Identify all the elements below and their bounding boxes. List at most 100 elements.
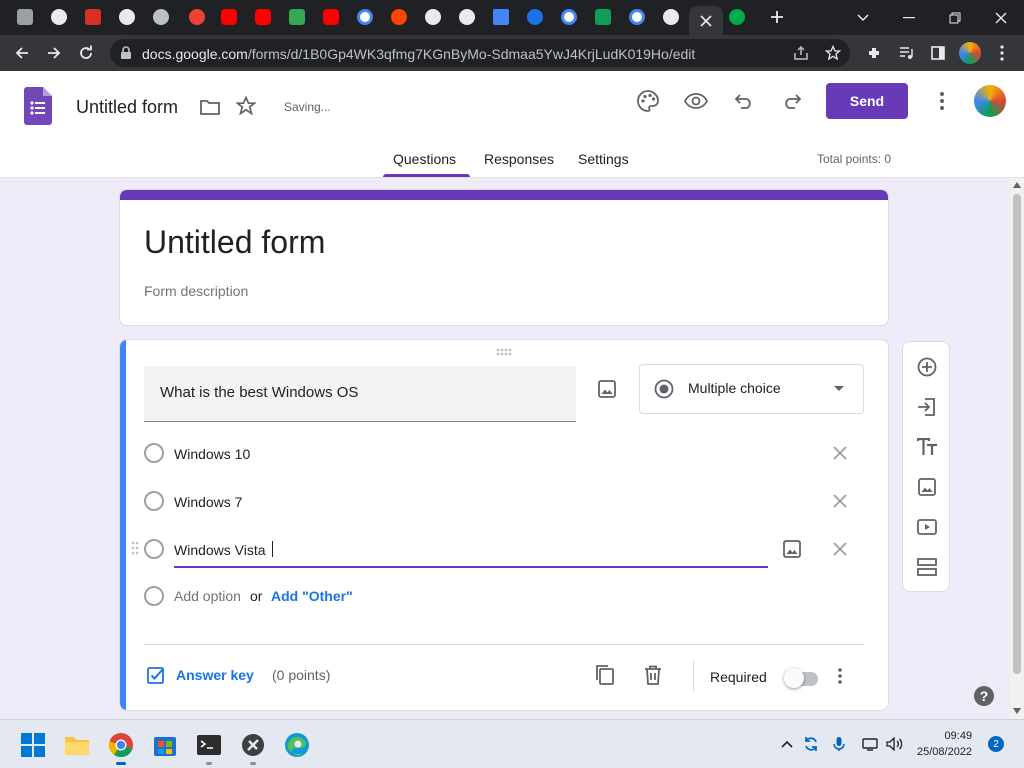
url-text[interactable]: docs.google.com/forms/d/1B0Gp4WK3qfmg7KG… xyxy=(142,46,695,62)
option-image-icon[interactable] xyxy=(780,537,804,561)
app-icon[interactable] xyxy=(240,732,266,758)
reload-icon[interactable] xyxy=(74,41,98,65)
google-icon[interactable] xyxy=(558,6,580,28)
tab-favicon[interactable] xyxy=(524,6,546,28)
option-drag-handle-icon[interactable] xyxy=(131,541,139,555)
extensions-icon[interactable] xyxy=(862,41,886,65)
notification-badge[interactable]: 2 xyxy=(988,736,1004,752)
edge-icon[interactable] xyxy=(284,732,310,758)
youtube-icon[interactable] xyxy=(218,6,240,28)
question-more-icon[interactable] xyxy=(828,664,852,688)
scrollbar-thumb[interactable] xyxy=(1013,194,1021,674)
chrome-icon[interactable] xyxy=(108,732,134,758)
answer-key-button[interactable]: Answer key xyxy=(176,667,254,683)
close-window-icon[interactable] xyxy=(978,0,1024,35)
side-panel-icon[interactable] xyxy=(926,41,950,65)
tab-favicon[interactable] xyxy=(286,6,308,28)
tab-favicon[interactable] xyxy=(422,6,444,28)
star-icon[interactable] xyxy=(233,93,259,119)
scroll-down-icon[interactable] xyxy=(1013,708,1021,714)
share-icon[interactable] xyxy=(793,45,809,61)
google-icon[interactable] xyxy=(626,6,648,28)
tab-favicon[interactable] xyxy=(82,6,104,28)
add-image-icon[interactable] xyxy=(915,475,939,499)
tab-favicon[interactable] xyxy=(726,6,748,28)
question-title-text[interactable]: What is the best Windows OS xyxy=(160,384,358,401)
add-other-button[interactable]: Add "Other" xyxy=(271,588,353,604)
folder-icon[interactable] xyxy=(197,94,223,120)
duplicate-icon[interactable] xyxy=(593,663,617,687)
media-control-icon[interactable] xyxy=(894,41,918,65)
system-clock[interactable]: 09:49 25/08/2022 xyxy=(917,728,972,760)
volume-icon[interactable] xyxy=(886,735,904,753)
tab-favicon[interactable] xyxy=(592,6,614,28)
option-2-text[interactable]: Windows 7 xyxy=(174,494,242,510)
forward-icon[interactable] xyxy=(42,41,66,65)
tab-favicon[interactable] xyxy=(660,6,682,28)
help-icon[interactable]: ? xyxy=(974,686,994,706)
add-section-icon[interactable] xyxy=(915,555,939,579)
tab-favicon[interactable] xyxy=(116,6,138,28)
account-avatar[interactable] xyxy=(974,85,1006,117)
tab-favicon[interactable] xyxy=(48,6,70,28)
lock-icon[interactable] xyxy=(120,46,132,60)
question-card[interactable]: What is the best Windows OS Multiple cho… xyxy=(119,339,889,711)
docs-icon[interactable] xyxy=(490,6,512,28)
profile-avatar[interactable] xyxy=(958,41,982,65)
terminal-icon[interactable] xyxy=(196,732,222,758)
bookmark-star-icon[interactable] xyxy=(825,45,841,61)
google-icon[interactable] xyxy=(354,6,376,28)
add-question-icon[interactable] xyxy=(915,355,939,379)
sync-icon[interactable] xyxy=(802,735,820,753)
add-image-icon[interactable] xyxy=(595,377,619,401)
question-title-input[interactable]: What is the best Windows OS xyxy=(144,366,576,422)
tab-questions[interactable]: Questions xyxy=(393,151,456,167)
page-scrollbar[interactable] xyxy=(1010,178,1024,719)
more-options-icon[interactable] xyxy=(929,88,955,114)
tab-favicon[interactable] xyxy=(186,6,208,28)
remove-option-icon[interactable] xyxy=(828,537,852,561)
send-button[interactable]: Send xyxy=(826,83,908,119)
tab-favicon[interactable] xyxy=(14,6,36,28)
tab-search-icon[interactable] xyxy=(840,0,886,35)
network-icon[interactable] xyxy=(862,735,880,753)
add-video-icon[interactable] xyxy=(915,515,939,539)
palette-icon[interactable] xyxy=(635,88,661,114)
tab-favicon[interactable] xyxy=(456,6,478,28)
browser-menu-icon[interactable] xyxy=(990,41,1014,65)
remove-option-icon[interactable] xyxy=(828,489,852,513)
redo-icon[interactable] xyxy=(779,88,805,114)
microphone-icon[interactable] xyxy=(830,735,848,753)
option-1-text[interactable]: Windows 10 xyxy=(174,446,250,462)
drag-handle-icon[interactable] xyxy=(496,348,512,356)
youtube-icon[interactable] xyxy=(252,6,274,28)
document-title[interactable]: Untitled form xyxy=(76,97,178,118)
delete-icon[interactable] xyxy=(641,663,665,687)
tab-responses[interactable]: Responses xyxy=(484,151,554,167)
tab-settings[interactable]: Settings xyxy=(578,151,629,167)
minimize-icon[interactable] xyxy=(886,0,932,35)
restore-icon[interactable] xyxy=(932,0,978,35)
address-bar[interactable]: docs.google.com/forms/d/1B0Gp4WK3qfmg7KG… xyxy=(110,39,850,67)
active-tab-close-icon[interactable] xyxy=(689,6,723,35)
form-title[interactable]: Untitled form xyxy=(144,224,325,261)
tray-overflow-icon[interactable] xyxy=(778,735,796,753)
answer-key-icon[interactable] xyxy=(147,666,165,684)
scroll-up-icon[interactable] xyxy=(1013,182,1021,188)
add-title-icon[interactable] xyxy=(915,435,939,459)
file-explorer-icon[interactable] xyxy=(64,732,90,758)
reddit-icon[interactable] xyxy=(388,6,410,28)
question-type-dropdown[interactable]: Multiple choice xyxy=(639,364,864,414)
form-description-field[interactable]: Form description xyxy=(144,283,248,299)
option-3-input[interactable]: Windows Vista xyxy=(174,542,266,558)
youtube-icon[interactable] xyxy=(320,6,342,28)
required-toggle-knob[interactable] xyxy=(784,668,804,688)
forms-logo-icon[interactable] xyxy=(23,87,53,125)
remove-option-icon[interactable] xyxy=(828,441,852,465)
form-title-card[interactable]: Untitled form Form description xyxy=(119,189,889,326)
tab-favicon[interactable] xyxy=(150,6,172,28)
preview-eye-icon[interactable] xyxy=(683,88,709,114)
import-questions-icon[interactable] xyxy=(915,395,939,419)
undo-icon[interactable] xyxy=(731,88,757,114)
start-button[interactable] xyxy=(20,732,46,758)
